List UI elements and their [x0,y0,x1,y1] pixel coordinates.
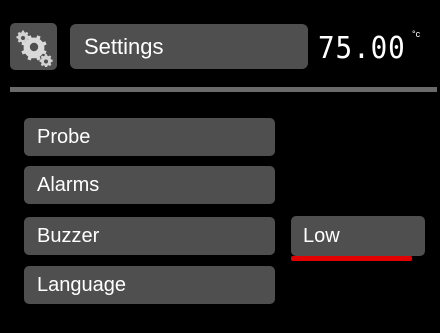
selection-underline [291,256,412,261]
menu-item-language[interactable]: Language [24,266,275,304]
settings-screen: Settings 75.00 °c Probe Alarms Buzzer La… [0,0,440,333]
settings-gear-button[interactable] [10,23,57,70]
page-title: Settings [70,24,308,69]
buzzer-value-selector[interactable]: Low [291,216,425,256]
menu-item-alarms[interactable]: Alarms [24,166,275,204]
menu-item-buzzer[interactable]: Buzzer [24,217,275,255]
temperature-readout: 75.00 [318,31,406,66]
header-divider [10,87,437,92]
menu-item-probe[interactable]: Probe [24,118,275,156]
temperature-unit: °c [412,29,421,39]
gear-icon [14,27,54,67]
